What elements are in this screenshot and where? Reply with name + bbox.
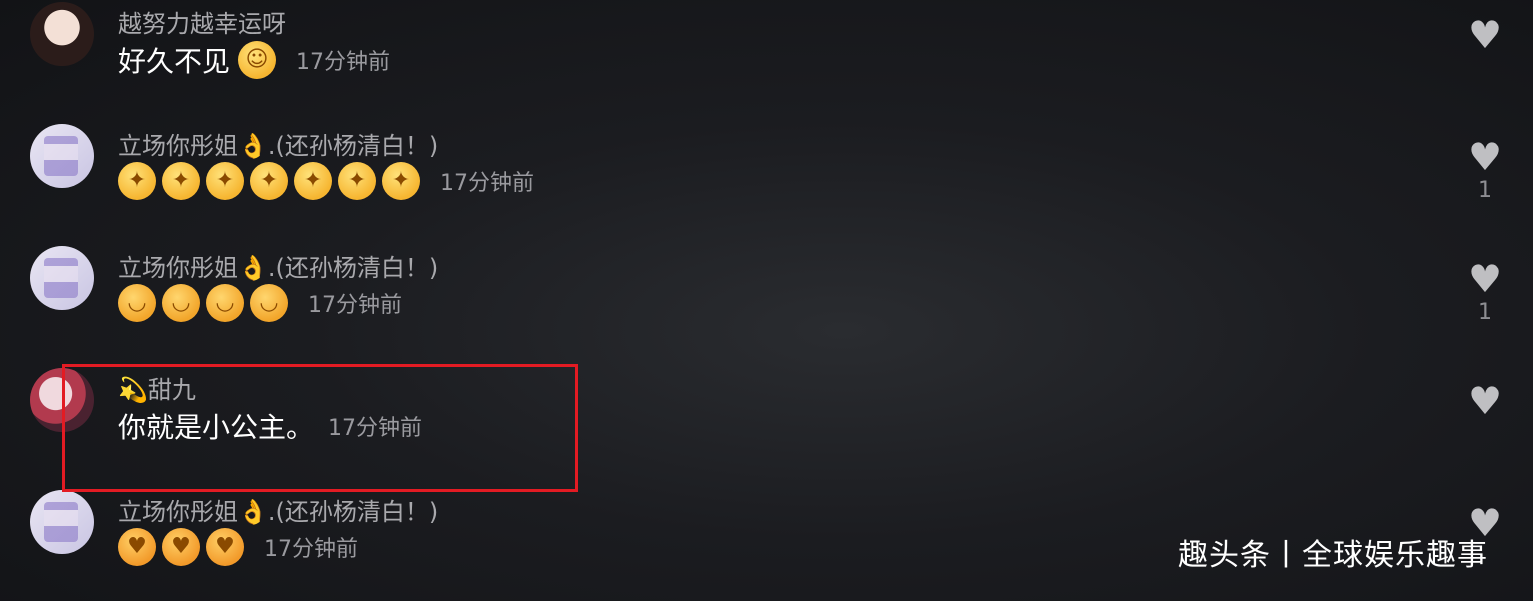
comment-text: 好久不见: [118, 45, 231, 78]
kiss-emoji-icon: ♥: [162, 528, 200, 566]
heart-icon[interactable]: ♥: [1466, 382, 1504, 420]
comment-content: 好久不见 ☺ 17分钟前: [118, 40, 390, 80]
comment-content: ✦ ✦ ✦ ✦ ✦ ✦ ✦ 17分钟前: [118, 162, 534, 200]
comment-time: 17分钟前: [440, 171, 534, 196]
comment-item: 立场你彤姐👌.(还孙杨清白！) ◡ ◡ ◡ ◡ 17分钟前 ♥ 1: [0, 244, 1533, 354]
comment-time: 17分钟前: [264, 537, 358, 562]
blush-emoji-icon: ◡: [206, 284, 244, 322]
grin-emoji-icon: ☺: [238, 41, 277, 79]
star-eyes-emoji-icon: ✦: [294, 162, 332, 200]
star-eyes-emoji-icon: ✦: [206, 162, 244, 200]
star-eyes-emoji-icon: ✦: [162, 162, 200, 200]
kiss-emoji-icon: ♥: [206, 528, 244, 566]
star-eyes-emoji-icon: ✦: [382, 162, 420, 200]
comment-content: ◡ ◡ ◡ ◡ 17分钟前: [118, 284, 402, 322]
star-eyes-emoji-icon: ✦: [338, 162, 376, 200]
comment-username[interactable]: 立场你彤姐👌.(还孙杨清白！): [118, 492, 438, 527]
avatar[interactable]: [30, 2, 94, 66]
blush-emoji-icon: ◡: [162, 284, 200, 322]
star-eyes-emoji-icon: ✦: [118, 162, 156, 200]
comment-username[interactable]: 立场你彤姐👌.(还孙杨清白！): [118, 126, 438, 161]
like-count: 1: [1478, 178, 1492, 203]
avatar[interactable]: [30, 490, 94, 554]
avatar[interactable]: [30, 246, 94, 310]
blush-emoji-icon: ◡: [250, 284, 288, 322]
heart-icon[interactable]: ♥: [1466, 260, 1504, 298]
watermark: 趣头条丨全球娱乐趣事: [1178, 538, 1488, 573]
comment-time: 17分钟前: [296, 50, 391, 75]
comment-username[interactable]: 立场你彤姐👌.(还孙杨清白！): [118, 248, 438, 283]
comment-item: 立场你彤姐👌.(还孙杨清白！) ✦ ✦ ✦ ✦ ✦ ✦ ✦ 17分钟前 ♥ 1: [0, 122, 1533, 232]
comment-time: 17分钟前: [308, 293, 402, 318]
kiss-emoji-icon: ♥: [118, 528, 156, 566]
comment-username[interactable]: 越努力越幸运呀: [118, 4, 286, 39]
avatar[interactable]: [30, 124, 94, 188]
blush-emoji-icon: ◡: [118, 284, 156, 322]
heart-icon[interactable]: ♥: [1466, 138, 1504, 176]
comment-item: 越努力越幸运呀 好久不见 ☺ 17分钟前 ♥: [0, 0, 1533, 110]
star-eyes-emoji-icon: ✦: [250, 162, 288, 200]
highlight-box: [62, 364, 578, 492]
heart-icon[interactable]: ♥: [1466, 16, 1504, 54]
like-count: 1: [1478, 300, 1492, 325]
comment-content: ♥ ♥ ♥ 17分钟前: [118, 528, 358, 566]
